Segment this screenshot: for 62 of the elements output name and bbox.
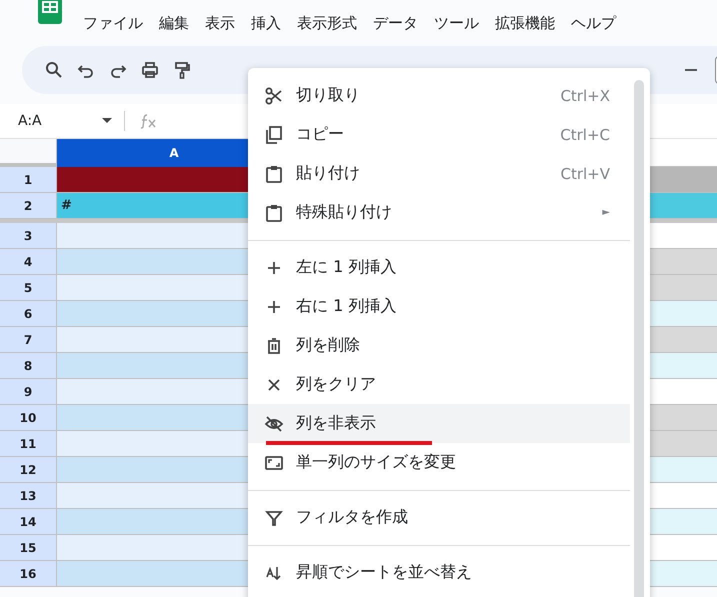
menu-item-label: 単一列のサイズを変更 [296,452,456,473]
dropdown-caret-icon[interactable] [102,118,112,124]
row-header[interactable]: 14 [0,509,57,534]
row-header[interactable]: 11 [0,431,57,456]
eye-off-icon [264,414,284,434]
menu-item[interactable]: ヘルプ [566,14,627,33]
menu-item[interactable]: 表示形式 [292,14,368,33]
menu-item[interactable]: 編集 [154,14,200,33]
menu-item[interactable]: フィルタを作成 [248,498,630,537]
shortcut-label: Ctrl+C [560,126,610,144]
menu-item-label: 右に 1 列挿入 [296,296,396,317]
menu-item-label: 昇順でシートを並べ替え [296,562,472,583]
menu-item[interactable]: ファイル [78,14,154,33]
row-header[interactable]: 2 [0,193,57,218]
submenu-arrow: ► [602,207,610,218]
menu-item-label: 列を削除 [296,335,360,356]
row-header[interactable]: 16 [0,561,57,586]
menu-item[interactable]: 列を削除 [248,326,630,365]
menu-item[interactable]: 挿入 [246,14,292,33]
shortcut-label: Ctrl+V [560,164,610,182]
menu-item-label: 列をクリア [296,374,376,395]
menu-item-label: 切り取り [296,85,360,106]
menu-item[interactable]: 列をクリア [248,365,630,404]
menu-item[interactable]: 右に 1 列挿入 [248,287,630,326]
menu-item[interactable]: 拡張機能 [490,14,566,33]
row-header[interactable]: 3 [0,223,57,248]
clipboard-icon [264,202,284,222]
row-header[interactable]: 1 [0,167,57,192]
row-header[interactable]: 6 [0,301,57,326]
scissors-icon [264,86,284,106]
search-icon[interactable] [44,60,64,80]
shortcut-label: Ctrl+X [560,86,610,104]
menu-item[interactable]: 表示 [200,14,246,33]
sheets-logo-icon[interactable] [38,0,62,24]
row-header[interactable]: 13 [0,483,57,508]
menu-item[interactable]: 切り取り Ctrl+X [248,76,630,115]
row-header[interactable]: 12 [0,457,57,482]
menu-item-label: コピー [296,124,344,145]
menu-item-label: 列を非表示 [296,413,376,434]
menu-item-label: フィルタを作成 [296,507,408,528]
menu-item-label: 左に 1 列挿入 [296,257,396,278]
menu-item[interactable]: 列を非表示 [248,404,630,443]
menu-item[interactable]: 昇順でシートを並べ替え [248,553,630,592]
row-header[interactable]: 7 [0,327,57,352]
row-header[interactable]: 8 [0,353,57,378]
menu-item[interactable]: 単一列のサイズを変更 [248,443,630,482]
print-icon[interactable] [140,60,160,80]
menu-item-label: 特殊貼り付け [296,202,392,223]
row-header[interactable]: 15 [0,535,57,560]
menu-item[interactable]: 左に 1 列挿入 [248,248,630,287]
scrollbar[interactable] [634,80,644,597]
name-box[interactable]: A:A [0,113,102,129]
copy-icon [264,124,284,144]
menu-item[interactable]: データ [368,14,429,33]
clipboard-icon [264,164,284,184]
paint-format-icon[interactable] [172,60,192,80]
menu-item[interactable]: ツール [429,14,490,33]
row-header[interactable]: 10 [0,405,57,430]
row-header[interactable]: 5 [0,275,57,300]
row-header[interactable]: 4 [0,249,57,274]
menu-item-label: 貼り付け [296,163,360,184]
row-header[interactable]: 9 [0,379,57,404]
